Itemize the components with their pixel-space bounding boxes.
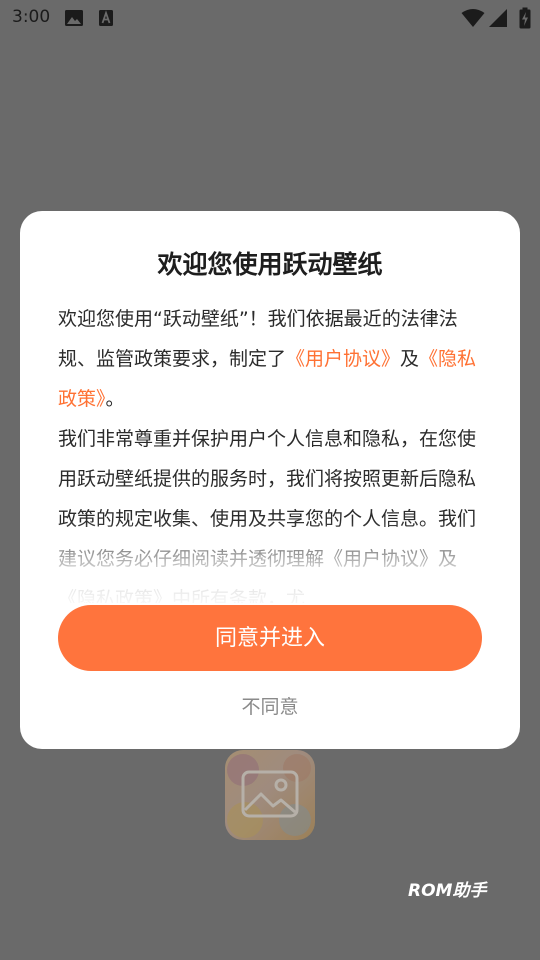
- a-notification-icon: [98, 9, 114, 31]
- paragraph-1-end: 。: [105, 388, 125, 410]
- dialog-paragraph-2: 我们非常尊重并保护用户个人信息和隐私，在您使用跃动壁纸提供的服务时，我们将按照更…: [58, 419, 483, 603]
- agree-button[interactable]: 同意并进入: [58, 605, 482, 671]
- signal-icon: [488, 8, 508, 32]
- watermark-text: ROM助手: [408, 881, 487, 901]
- paragraph-2-user-agreement-link[interactable]: 《用户协议》: [324, 548, 438, 570]
- image-notification-icon: [64, 9, 84, 31]
- paragraph-2-privacy-policy-link[interactable]: 《隐私政策》: [58, 588, 172, 603]
- privacy-dialog: 欢迎您使用跃动壁纸 欢迎您使用“跃动壁纸”！我们依据最近的法律法规、监管政策要求…: [20, 211, 520, 749]
- wallpaper-app-icon: [225, 750, 315, 840]
- paragraph-2-tail: 中所有条款，尤: [172, 588, 306, 603]
- battery-icon: [519, 7, 531, 33]
- status-bar: 3:00: [0, 0, 540, 36]
- wifi-icon: [461, 8, 485, 32]
- paragraph-2-and: 及: [438, 548, 458, 570]
- dialog-title: 欢迎您使用跃动壁纸: [157, 250, 383, 279]
- disagree-button[interactable]: 不同意: [170, 687, 370, 727]
- paragraph-1-and: 及: [400, 348, 420, 370]
- dialog-body: 欢迎您使用“跃动壁纸”！我们依据最近的法律法规、监管政策要求，制定了《用户协议》…: [58, 299, 483, 603]
- dialog-paragraph-1: 欢迎您使用“跃动壁纸”！我们依据最近的法律法规、监管政策要求，制定了《用户协议》…: [58, 299, 483, 419]
- status-time: 3:00: [12, 7, 51, 27]
- user-agreement-link[interactable]: 《用户协议》: [286, 348, 400, 370]
